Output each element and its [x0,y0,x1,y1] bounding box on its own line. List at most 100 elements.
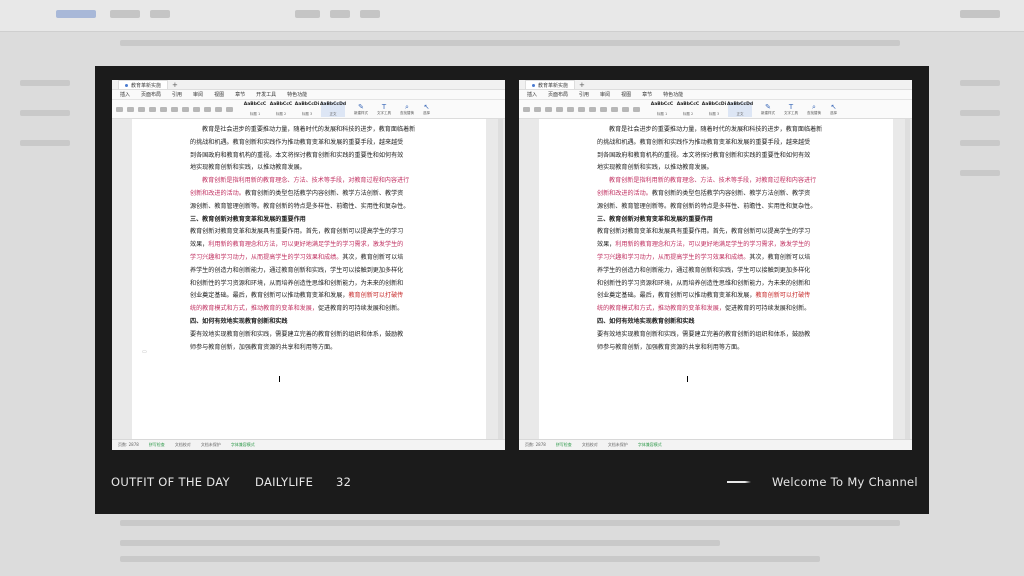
select-button[interactable]: ↖ 选择 [423,103,430,116]
highlight-text: 教育创新是指利用新的教育理念、方法、技术等手段，对教育过程和内容进行 [202,177,410,185]
document-page[interactable]: 教育是社会进步的重要推动力量，随着时代的发展和科技的进步，教育面临着新 的挑战和… [132,119,486,439]
style-heading-2[interactable]: AaBbCcC 标题 2 [676,102,700,117]
find-replace-button[interactable]: ⌕ 查找替换 [400,103,414,116]
arrow-icon [727,481,751,483]
select-button[interactable]: ↖ 选择 [830,103,837,116]
ribbon-toolbar: AaBbCcC 标题 1 AaBbCcC 标题 2 AaBbCcDi 标题 3 AaB… [112,100,505,119]
text-line: 教育创新的类型包括教学内容创新、教学方法创新、教学资 [244,189,404,197]
section-heading: 三、教育创新对教育变革和发展的重要作用 [597,215,713,223]
document-page[interactable]: 教育是社会进步的重要推动力量，随着时代的发展和科技的进步，教育面临着新 的挑战和… [539,119,893,439]
menu-item[interactable]: 引用 [172,91,182,98]
text-line: 教育创新的类型包括教学内容创新、教学方法创新、教学资 [651,189,811,197]
highlight-text: 利用新的教育理念和方法，可以更好地满足学生的学习需求，激发学生的 [615,241,811,249]
video-frame: 教育革新实施 + 插入 页面布局 引用 审阅 视图 章节 开发工具 特色功能 A… [95,66,929,514]
new-style-button[interactable]: ✎ 新建样式 [761,103,775,116]
style-normal[interactable]: AaBbCcDd 正文 [320,101,346,117]
mouse-cursor [279,376,283,382]
menu-bar: 插入 页面布局 引用 审阅 视图 章节 开发工具 特色功能 [112,90,505,100]
menu-item[interactable]: 特色功能 [663,91,683,98]
new-style-button[interactable]: ✎ 新建样式 [354,103,368,116]
margin-marker-icon: ▭ [142,349,147,355]
text-line: 师参与教育创新，加强教育资源的共享和利用等方面。 [190,343,337,351]
style-heading-3[interactable]: AaBbCcDi 标题 3 [295,102,319,117]
scrollbar[interactable] [905,119,910,439]
document-canvas: 教育是社会进步的重要推动力量，随着时代的发展和科技的进步，教育面临着新 的挑战和… [519,119,912,439]
style-heading-3[interactable]: AaBbCcDi 标题 3 [702,102,726,117]
menu-item[interactable]: 页面布局 [548,91,568,98]
caption-outfit: OUTFIT OF THE DAY [111,475,230,489]
cursor-icon: ↖ [830,102,837,111]
style-heading-1[interactable]: AaBbCcC 标题 1 [243,102,267,117]
highlight-text: 教育创新可以打破传 [348,292,404,300]
scrollbar[interactable] [498,119,503,439]
style-gallery: AaBbCcC 标题 1 AaBbCcC 标题 2 AaBbCcDi 标题 3 AaB… [650,101,753,117]
text-line: 养学生的创造力和创新能力，通过教育创新和实践，学生可以接触到更加多样化 [190,266,404,274]
text-line: 和创新性的学习资源和环境，从而培养创造性思维和创新能力，为未来的创新和 [597,279,811,287]
text-line: 地实现教育创新和实践，以推动教育发展。 [597,164,713,172]
menu-item[interactable]: 开发工具 [256,91,276,98]
menu-item[interactable]: 插入 [120,91,130,98]
search-icon: ⌕ [405,102,409,111]
text-line: 教育是社会进步的重要推动力量，随着时代的发展和科技的进步，教育面临着新 [609,126,823,133]
background-toolbar [0,0,1024,32]
text-line: 的挑战和机遇。教育创新和实践作为推动教育变革和发展的重要手段，越来越受 [190,138,404,146]
new-tab-icon[interactable]: + [172,81,178,89]
tab-bar: 教育革新实施 + [112,80,505,90]
section-heading: 四、如何有效地实现教育创新和实践 [597,317,695,325]
menu-item[interactable]: 特色功能 [287,91,307,98]
highlight-text: 学习兴趣和学习动力，从而提高学生的学习效果和成绩。 [597,253,750,261]
menu-item[interactable]: 视图 [214,91,224,98]
text-line: 养学生的创造力和创新能力，通过教育创新和实践，学生可以接触到更加多样化 [597,266,811,274]
ribbon-toolbar: AaBbCcC 标题 1 AaBbCcC 标题 2 AaBbCcDi 标题 3 AaB… [519,100,912,119]
text-line: 到各国政府和教育机构的重视。本文将探讨教育创新和实践的重要性和如何有效 [190,151,404,159]
document-tab[interactable]: 教育革新实施 [118,80,169,89]
style-heading-2[interactable]: AaBbCcC 标题 2 [269,102,293,117]
text-line: 师参与教育创新，加强教育资源的共享和利用等方面。 [597,343,744,351]
document-tab[interactable]: 教育革新实施 [525,80,576,89]
menu-item[interactable]: 页面布局 [141,91,161,98]
style-normal[interactable]: AaBbCcDd 正文 [727,101,753,117]
search-icon: ⌕ [812,102,816,111]
text-icon: T [788,102,794,111]
word-window-left: 教育革新实施 + 插入 页面布局 引用 审阅 视图 章节 开发工具 特色功能 A… [112,80,505,450]
text-line: 教育创新对教育变革和发展具有重要作用。首先，教育创新可以提高学生的学习 [597,228,811,236]
caption-welcome: Welcome To My Channel [772,475,918,489]
mouse-cursor [687,376,691,382]
text-tools-button[interactable]: T 文字工具 [784,103,798,116]
highlight-text: 教育创新是指利用新的教育理念、方法、技术等手段，对教育过程和内容进行 [609,177,817,185]
text-tools-button[interactable]: T 文字工具 [377,103,391,116]
menu-item[interactable]: 审阅 [600,91,610,98]
menu-bar: 插入 页面布局 引用 审阅 视图 章节 特色功能 [519,90,912,100]
style-heading-1[interactable]: AaBbCcC 标题 1 [650,102,674,117]
text-line: 要有效地实现教育创新和实践，需要建立完善的教育创新的组织和体系，鼓励教 [597,330,811,338]
menu-item[interactable]: 引用 [579,91,589,98]
section-heading: 三、教育创新对教育变革和发展的重要作用 [190,215,306,223]
text-line: 教育是社会进步的重要推动力量，随着时代的发展和科技的进步，教育面临着新 [202,126,416,133]
text-line: 的挑战和机遇。教育创新和实践作为推动教育变革和发展的重要手段，越来越受 [597,138,811,146]
text-line: 到各国政府和教育机构的重视。本文将探讨教育创新和实践的重要性和如何有效 [597,151,811,159]
highlight-text: 创新和改进的活动。 [190,189,245,197]
cursor-icon: ↖ [423,102,430,111]
section-heading: 四、如何有效地实现教育创新和实践 [190,317,288,325]
text-icon: T [381,102,387,111]
menu-item[interactable]: 章节 [235,91,245,98]
text-line: 和创新性的学习资源和环境，从而培养创造性思维和创新能力，为未来的创新和 [190,279,404,287]
caption-dailylife: DAILYLIFE [255,475,314,489]
find-replace-button[interactable]: ⌕ 查找替换 [807,103,821,116]
caption-number: 32 [336,475,352,489]
menu-item[interactable]: 视图 [621,91,631,98]
highlight-text: 利用新的教育理念和方法，可以更好地满足学生的学习需求，激发学生的 [208,241,404,249]
status-bar: 页数: 2878 拼写检查 文档校对 文档未保护 字体兼容模式 [112,439,505,450]
document-canvas: 教育是社会进步的重要推动力量，随着时代的发展和科技的进步，教育面临着新 的挑战和… [112,119,505,439]
highlight-text: 统的教育模式和方式，推动教育的变革和发展， [190,305,318,313]
highlight-text: 学习兴趣和学习动力，从而提高学生的学习效果和成绩。 [190,253,343,261]
new-tab-icon[interactable]: + [579,81,585,89]
text-line: 要有效地实现教育创新和实践，需要建立完善的教育创新的组织和体系，鼓励教 [190,330,404,338]
text-line: 地实现教育创新和实践，以推动教育发展。 [190,164,306,172]
menu-item[interactable]: 插入 [527,91,537,98]
highlight-text: 统的教育模式和方式，推动教育的变革和发展， [597,305,725,313]
text-line: 源创新、教育管理创新等。教育创新的特点是多样性、前瞻性、实用性和复杂性。 [597,202,817,210]
menu-item[interactable]: 审阅 [193,91,203,98]
status-bar: 页数: 2878 拼写检查 文档校对 文档未保护 字体兼容模式 [519,439,912,450]
menu-item[interactable]: 章节 [642,91,652,98]
